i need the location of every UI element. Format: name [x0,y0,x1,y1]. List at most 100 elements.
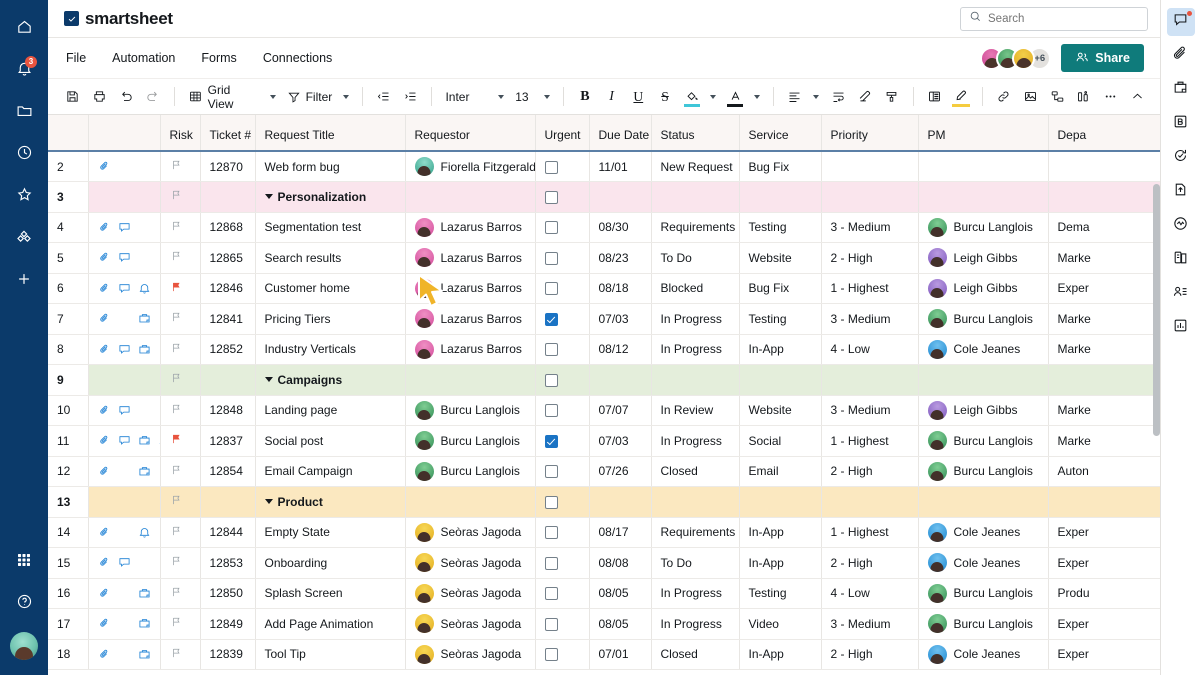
group-header-row[interactable]: 13 Product [48,486,1160,518]
requestor-cell[interactable]: Seòras Jagoda [405,517,536,548]
status-cell[interactable]: In Progress [651,334,740,365]
smartsheet-logo[interactable]: smartsheet [64,9,173,29]
menu-item-connections[interactable]: Connections [261,48,335,68]
group-title-cell[interactable]: Product [255,486,406,518]
department-cell[interactable]: Auton [1048,456,1160,487]
priority-cell[interactable] [821,181,919,213]
urgent-checkbox[interactable] [544,373,558,387]
priority-cell[interactable]: 4 - Low [821,334,919,365]
request-title-cell[interactable]: Search results [255,242,406,274]
column-header-ticket[interactable]: Ticket # [200,115,256,152]
attachment-icon[interactable] [98,617,111,630]
table-row[interactable]: 12 12854 Email Campaign Burcu Langlois 07/26… [48,456,1160,487]
risk-flag-cell[interactable] [160,639,201,670]
table-row[interactable]: 11 12837 Social post Burcu Langlois 07/03 In … [48,425,1160,457]
pm-cell[interactable]: Cole Jeanes [918,547,1049,579]
collapse-triangle-icon[interactable] [264,499,273,505]
service-cell[interactable]: Website [739,242,822,274]
department-cell[interactable] [1048,486,1160,518]
row-icons-cell[interactable] [88,273,161,304]
priority-cell[interactable]: 3 - Medium [821,608,919,640]
panel-item-activity-log[interactable] [1167,212,1195,240]
proof-icon[interactable] [138,648,151,661]
status-cell[interactable]: In Progress [651,608,740,640]
attachment-icon[interactable] [98,160,111,173]
table-row[interactable]: 18 12839 Tool Tip Seòras Jagoda 07/01 Closed I… [48,639,1160,670]
priority-cell[interactable]: 2 - High [821,456,919,487]
attachment-icon[interactable] [98,465,111,478]
ticket-cell[interactable]: 12849 [200,608,256,640]
align-caret[interactable] [809,84,825,110]
ticket-cell[interactable]: 12846 [200,273,256,304]
request-title-cell[interactable]: Web form bug [255,151,406,182]
comment-icon[interactable] [118,221,131,234]
row-icons-cell[interactable] [88,486,161,518]
urgent-checkbox[interactable] [544,465,558,479]
request-title-cell[interactable]: Splash Screen [255,578,406,609]
proof-icon[interactable] [138,434,151,447]
ticket-cell[interactable]: 12852 [200,334,256,365]
risk-flag-cell[interactable] [160,456,201,487]
risk-flag-cell[interactable] [160,486,201,518]
pm-cell[interactable]: Cole Jeanes [918,517,1049,548]
table-row[interactable]: 8 12852 Industry Verticals Lazarus Barros 08… [48,334,1160,365]
requestor-cell[interactable]: Seòras Jagoda [405,547,536,579]
status-cell[interactable] [651,486,740,518]
pm-cell[interactable] [918,486,1049,518]
requestor-cell[interactable]: Lazarus Barros [405,273,536,304]
sidebar-item-create[interactable] [0,260,48,302]
urgent-checkbox[interactable] [544,648,558,662]
sidebar-item-app-switcher[interactable] [0,541,48,583]
priority-cell[interactable] [821,486,919,518]
status-cell[interactable]: Requirements [651,517,740,548]
due-date-cell[interactable]: 08/30 [589,212,652,243]
ticket-cell[interactable]: 12839 [200,639,256,670]
row-icons-cell[interactable] [88,151,161,182]
row-icons-cell[interactable] [88,547,161,579]
service-cell[interactable]: Email [739,456,822,487]
status-cell[interactable]: Requirements [651,212,740,243]
risk-flag-cell[interactable] [160,273,201,304]
due-date-cell[interactable]: 08/17 [589,517,652,548]
sidebar-item-workapps[interactable] [0,218,48,260]
ticket-cell[interactable]: 12850 [200,578,256,609]
fill-color-caret[interactable] [706,84,722,110]
service-cell[interactable]: Bug Fix [739,151,822,182]
attachment-icon[interactable] [98,404,111,417]
due-date-cell[interactable]: 11/01 [589,151,652,182]
ticket-cell[interactable] [200,364,256,396]
request-title-cell[interactable]: Customer home [255,273,406,304]
risk-flag-cell[interactable] [160,395,201,426]
strikethrough-button[interactable]: S [652,84,678,110]
pm-cell[interactable]: Burcu Langlois [918,578,1049,609]
service-cell[interactable]: In-App [739,639,822,670]
redo-button[interactable] [140,84,166,110]
table-row[interactable]: 5 12865 Search results Lazarus Barros 08/23 T… [48,242,1160,274]
pm-cell[interactable] [918,364,1049,396]
format-painter-button[interactable] [879,84,905,110]
urgent-checkbox-cell[interactable] [535,273,590,304]
department-cell[interactable] [1048,181,1160,213]
due-date-cell[interactable]: 07/07 [589,395,652,426]
urgent-checkbox-cell[interactable] [535,608,590,640]
requestor-cell[interactable]: Seòras Jagoda [405,578,536,609]
priority-cell[interactable]: 2 - High [821,639,919,670]
pm-cell[interactable]: Burcu Langlois [918,303,1049,335]
urgent-checkbox-cell[interactable] [535,212,590,243]
italic-button[interactable]: I [599,84,625,110]
menu-item-file[interactable]: File [64,48,88,68]
request-title-cell[interactable]: Landing page [255,395,406,426]
undo-button[interactable] [113,84,139,110]
urgent-checkbox-cell[interactable] [535,639,590,670]
row-icons-cell[interactable] [88,334,161,365]
request-title-cell[interactable]: Email Campaign [255,456,406,487]
table-row[interactable]: 10 12848 Landing page Burcu Langlois 07/07 In… [48,395,1160,426]
department-cell[interactable] [1048,364,1160,396]
requestor-cell[interactable] [405,486,536,518]
urgent-checkbox-cell[interactable] [535,456,590,487]
pm-cell[interactable] [918,151,1049,182]
urgent-checkbox-cell[interactable] [535,303,590,335]
indent-button[interactable] [398,84,424,110]
hyperlink-button[interactable] [991,84,1017,110]
collapse-triangle-icon[interactable] [264,194,273,200]
